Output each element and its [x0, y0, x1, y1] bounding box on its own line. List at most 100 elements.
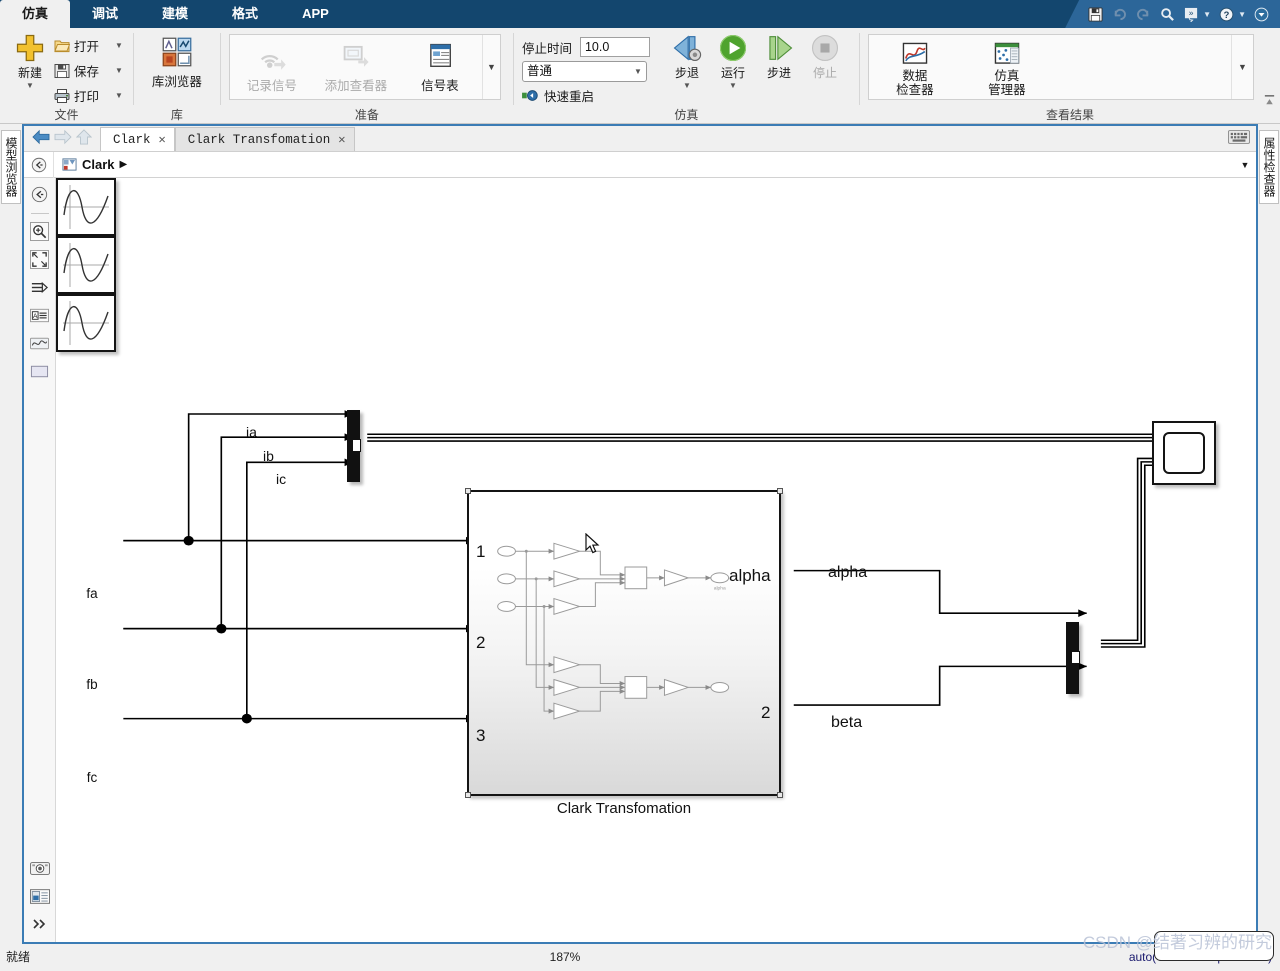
new-button[interactable]: 新建 ▼ [8, 31, 52, 90]
model-tab-clark-transformation[interactable]: Clark Transfomation ✕ [174, 127, 355, 151]
fit-to-view-icon[interactable] [28, 247, 52, 271]
back-icon[interactable] [32, 129, 50, 148]
source-block-fb[interactable] [56, 236, 116, 294]
collapse-ribbon-icon[interactable] [1262, 93, 1276, 107]
step-back-button[interactable]: 步退 ▼ [664, 31, 710, 90]
breadcrumb: Clark ▶ ▼ [24, 151, 1256, 178]
up-icon[interactable] [75, 129, 93, 148]
mux-top-output-port [352, 439, 361, 452]
data-inspector-icon [902, 42, 928, 64]
save-button[interactable]: 保存 ▼ [52, 58, 125, 83]
ribbon-group-file: 新建 ▼ 打开 ▼ 保存 ▼ 打印 ▼ 文件 [0, 28, 133, 124]
ribbon-tab-apps[interactable]: APP [280, 0, 351, 28]
camera-icon[interactable] [28, 856, 52, 880]
right-dock: 属性检查器 [1258, 124, 1280, 944]
svg-text:A: A [33, 312, 38, 319]
scope-preview-icon[interactable] [28, 331, 52, 355]
scope-block[interactable] [1152, 421, 1216, 485]
close-icon[interactable]: ✕ [338, 132, 345, 147]
customize-icon[interactable] [1253, 6, 1270, 23]
layout-icon[interactable] [28, 884, 52, 908]
help-icon[interactable]: ? [1218, 6, 1235, 23]
breadcrumb-root[interactable]: Clark [82, 157, 115, 172]
simulation-mode-select[interactable]: 普通 ▼ [521, 61, 647, 82]
data-inspector-label-1: 数据 [902, 69, 928, 83]
model-tab-clark-transformation-label: Clark Transfomation [187, 132, 331, 147]
chevron-down-icon[interactable]: ▼ [115, 91, 123, 100]
keyboard-shortcuts-icon[interactable] [1228, 130, 1250, 147]
subsystem-block-clark-transformation[interactable]: alpha [465, 488, 783, 798]
fast-restart-button[interactable]: 快速重启 [522, 86, 650, 105]
chevron-down-icon[interactable]: ▼ [115, 66, 123, 75]
subsystem-inport-1-label: 1 [476, 542, 486, 561]
source-block-fa[interactable] [56, 178, 116, 236]
run-icon [719, 34, 746, 62]
run-button[interactable]: 运行 ▼ [710, 31, 756, 90]
chevron-down-icon[interactable]: ▼ [26, 82, 34, 90]
help-caret-icon[interactable]: ▼ [1238, 10, 1246, 19]
stop-time-input[interactable]: 10.0 [579, 37, 650, 57]
log-signals-button[interactable]: 记录信号 [230, 35, 314, 99]
navigation-buttons [24, 129, 100, 151]
subsystem-outport-1-label: alpha [729, 566, 771, 585]
signal-table-button[interactable]: 信号表 [398, 35, 482, 99]
prepare-more-icon[interactable]: ▼ [481, 35, 500, 99]
open-button[interactable]: 打开 ▼ [52, 33, 125, 58]
close-icon[interactable]: ✕ [159, 132, 166, 147]
forward-icon[interactable] [54, 129, 72, 148]
library-browser-button[interactable]: 库浏览器 [146, 31, 208, 90]
chevron-down-icon[interactable]: ▼ [683, 82, 691, 90]
stop-button[interactable]: 停止 [802, 31, 848, 81]
model-canvas[interactable]: fa fb fc ia ib ic alpha Clark Transfomat… [56, 178, 1256, 942]
undo-icon[interactable] [1111, 6, 1128, 23]
signal-label-alpha: alpha [828, 564, 868, 581]
breadcrumb-path[interactable]: Clark ▶ [54, 157, 1234, 172]
favorites-icon[interactable]: » [1183, 6, 1200, 23]
ribbon-group-file-title: 文件 [54, 108, 79, 122]
search-icon[interactable] [1159, 6, 1176, 23]
navigate-up-icon[interactable] [28, 182, 52, 206]
data-inspector-button[interactable]: 数据 检查器 [869, 35, 961, 99]
palette-divider [30, 213, 49, 214]
step-back-icon [673, 35, 702, 62]
signal-label-ib: ib [263, 448, 274, 464]
chevron-down-icon[interactable]: ▼ [115, 41, 123, 50]
simulation-manager-button[interactable]: 仿真 管理器 [961, 35, 1053, 99]
breadcrumb-back-button[interactable] [24, 151, 54, 178]
property-inspector-tab[interactable]: 属性检查器 [1259, 130, 1279, 204]
signal-routing-icon[interactable] [28, 275, 52, 299]
more-tools-icon[interactable] [28, 912, 52, 936]
mouse-cursor [585, 532, 601, 558]
model-browser-tab[interactable]: 模型浏览器 [1, 130, 21, 204]
svg-text:?: ? [1224, 9, 1230, 19]
breadcrumb-dropdown-icon[interactable]: ▼ [1234, 160, 1256, 170]
add-viewer-button[interactable]: 添加查看器 [314, 35, 398, 99]
ribbon-tab-simulation[interactable]: 仿真 [0, 0, 71, 28]
ribbon-tab-debug[interactable]: 调试 [70, 0, 140, 28]
simulation-manager-icon [994, 42, 1020, 64]
stop-label: 停止 [812, 66, 837, 80]
mux-bottom-output-port [1071, 651, 1080, 664]
status-zoom-level[interactable]: 187% [180, 950, 950, 964]
print-button[interactable]: 打印 ▼ [52, 83, 125, 108]
favorites-caret-icon[interactable]: ▼ [1203, 10, 1211, 19]
floppy-disk-icon [54, 63, 70, 78]
ribbon-group-prepare-title: 准备 [354, 108, 379, 122]
chevron-down-icon[interactable]: ▼ [729, 82, 737, 90]
svg-text:»: » [1189, 7, 1194, 17]
log-signals-label: 记录信号 [246, 79, 297, 93]
results-more-icon[interactable]: ▼ [1231, 35, 1253, 99]
subsystem-icon[interactable] [28, 359, 52, 383]
data-inspector-label-2: 检查器 [896, 83, 934, 97]
save-icon[interactable] [1087, 6, 1104, 23]
step-forward-button[interactable]: 步进 [756, 31, 802, 81]
canvas-toolbar: A [24, 178, 56, 942]
ribbon-tab-format[interactable]: 格式 [210, 0, 280, 28]
redo-icon[interactable] [1135, 6, 1152, 23]
ribbon-tab-modeling[interactable]: 建模 [140, 0, 210, 28]
status-bar: 就绪 187% auto(VariableStepDiscrete) CSDN … [0, 931, 1280, 969]
zoom-in-icon[interactable] [28, 219, 52, 243]
model-tab-clark[interactable]: Clark ✕ [100, 127, 175, 151]
annotation-icon[interactable]: A [28, 303, 52, 327]
source-block-fc[interactable] [56, 294, 116, 352]
